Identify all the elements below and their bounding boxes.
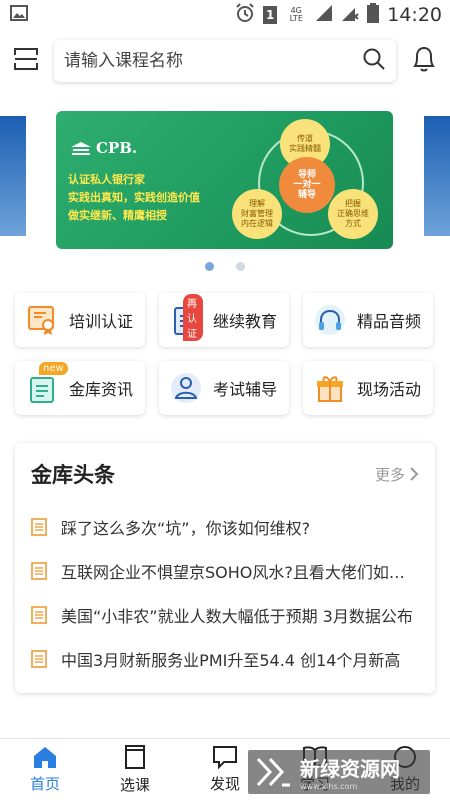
feature-vault-news[interactable]: new 金库资讯 (15, 361, 145, 415)
book-icon (125, 745, 145, 769)
user-icon (169, 371, 203, 405)
feature-label: 金库资讯 (69, 380, 134, 399)
status-bar: 1 4G LTE 14:20 (0, 0, 450, 30)
banner-circle-left: 理解 财富管理 内在逻辑 (232, 189, 282, 239)
tab-label: 发现 (209, 775, 240, 793)
cpb-logo-icon (70, 141, 92, 161)
feature-label: 精品音频 (357, 312, 422, 331)
tab-label: 选课 (119, 776, 150, 794)
article-icon (31, 650, 47, 668)
feature-grid: 培训认证 再认证 继续教育 精品音频 new 金库资讯 考试辅导 现场活动 (0, 293, 450, 415)
banner-line-1: 认证私人银行家 (68, 173, 145, 186)
recertify-badge: 再认证 (183, 294, 203, 341)
news-item-title: 踩了这么多次“坑”，你该如何维权? (61, 519, 311, 538)
home-icon (34, 747, 56, 768)
feature-label: 继续教育 (213, 312, 278, 331)
banner-carousel[interactable]: CPB. 认证私人银行家 实践出真知，实践创造价值 做实继新、精鹰相授 传道 实… (0, 106, 450, 256)
news-icon: new (25, 362, 68, 405)
no-signal-icon (341, 4, 359, 27)
news-item-title: 中国3月财新服务业PMI升至54.4 创14个月新高 (61, 651, 401, 670)
document-icon: 再认证 (169, 294, 203, 341)
certificate-icon (25, 303, 59, 337)
feature-label: 考试辅导 (213, 380, 278, 399)
banner-slide[interactable]: CPB. 认证私人银行家 实践出真知，实践创造价值 做实继新、精鹰相授 传道 实… (56, 111, 393, 249)
feature-label: 培训认证 (69, 312, 134, 331)
battery-icon (367, 2, 380, 28)
tab-label: 首页 (29, 775, 60, 793)
gallery-notification-icon (10, 5, 28, 25)
carousel-dot-1[interactable] (205, 262, 214, 271)
alarm-icon (235, 2, 255, 28)
watermark-text: 新绿资源网 (300, 757, 400, 781)
feature-premium-audio[interactable]: 精品音频 (303, 293, 433, 347)
banner-brand: CPB. (96, 139, 138, 157)
banner-circle-center: 导师 一对一 辅导 (279, 157, 335, 213)
news-item[interactable]: 互联网企业不惧望京SOHO风水?且看大佬们如何破局 (31, 549, 419, 593)
news-item[interactable]: 中国3月财新服务业PMI升至54.4 创14个月新高 (31, 637, 419, 681)
tab-courses[interactable]: 选课 (95, 744, 175, 795)
header (0, 30, 450, 92)
news-header: 金库头条 更多 (31, 443, 419, 505)
feature-label: 现场活动 (357, 380, 422, 399)
news-title: 金库头条 (31, 463, 115, 487)
more-link[interactable]: 更多 (375, 464, 419, 485)
feature-live-events[interactable]: 现场活动 (303, 361, 433, 415)
scan-icon[interactable] (12, 45, 40, 77)
article-icon (31, 606, 47, 624)
chat-icon (213, 746, 237, 769)
bell-icon[interactable] (410, 44, 438, 78)
next-banner[interactable] (424, 116, 450, 236)
tab-home[interactable]: 首页 (5, 745, 85, 794)
watermark: 新绿资源网 www.xlhs.com (248, 750, 430, 794)
news-item-title: 互联网企业不惧望京SOHO风水?且看大佬们如何破局 (61, 563, 413, 582)
network-type: 4G LTE (289, 6, 303, 23)
feature-continuing-education[interactable]: 再认证 继续教育 (159, 293, 289, 347)
watermark-logo-icon (256, 757, 290, 787)
status-time: 14:20 (387, 4, 442, 26)
headline-news-panel: 金库头条 更多 踩了这么多次“坑”，你该如何维权? 互联网企业不惧望京SOHO风… (15, 443, 435, 693)
watermark-url: www.xlhs.com (300, 782, 358, 791)
article-icon (31, 518, 47, 536)
new-badge: new (39, 362, 68, 375)
sim-card-icon: 1 (263, 6, 278, 24)
previous-banner[interactable] (0, 116, 26, 236)
banner-circle-right: 把握 正确思维 方式 (328, 189, 378, 239)
more-label: 更多 (374, 465, 405, 484)
news-item-title: 美国“小非农”就业人数大幅低于预期 3月数据公布 (61, 607, 413, 626)
headphones-icon (313, 303, 347, 337)
news-item[interactable]: 美国“小非农”就业人数大幅低于预期 3月数据公布 (31, 593, 419, 637)
chevron-right-icon (410, 467, 419, 481)
carousel-indicator (0, 262, 450, 271)
article-icon (31, 562, 47, 580)
search-bar[interactable] (54, 40, 396, 82)
signal-icon (315, 4, 333, 27)
banner-line-3: 做实继新、精鹰相授 (68, 209, 167, 222)
gift-icon (313, 371, 347, 405)
news-item[interactable]: 踩了这么多次“坑”，你该如何维权? (31, 505, 419, 549)
carousel-dot-2[interactable] (236, 262, 245, 271)
feature-exam-tutoring[interactable]: 考试辅导 (159, 361, 289, 415)
search-input[interactable] (64, 51, 362, 71)
search-icon[interactable] (362, 47, 386, 75)
banner-line-2: 实践出真知，实践创造价值 (68, 191, 200, 204)
feature-training-certification[interactable]: 培训认证 (15, 293, 145, 347)
